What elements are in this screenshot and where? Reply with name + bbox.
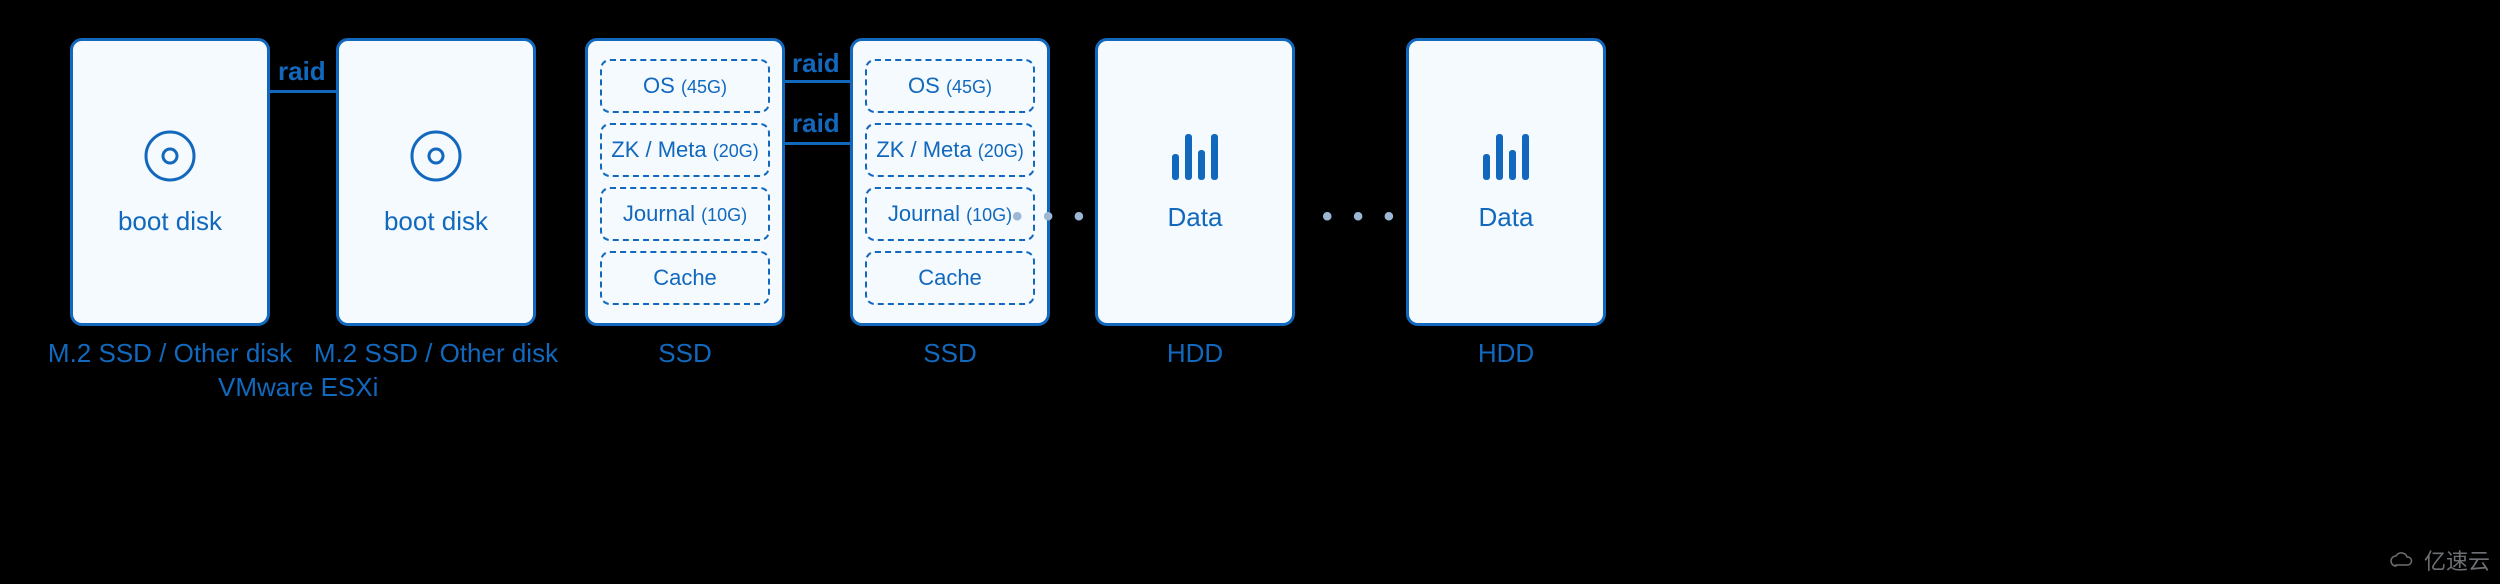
- ssd-right-partitions: OS (45G) ZK / Meta (20G) Journal (10G) C…: [853, 47, 1047, 317]
- vmware-caption: VMware ESXi: [218, 372, 378, 403]
- hdd-left: Data: [1095, 38, 1295, 326]
- partition-os: OS (45G): [865, 59, 1035, 113]
- partition-os: OS (45G): [600, 59, 770, 113]
- partition-zk-meta: ZK / Meta (20G): [865, 123, 1035, 177]
- raid-label-boot: raid: [278, 56, 326, 87]
- boot-disk-right: boot disk: [336, 38, 536, 326]
- ellipsis-ssd: • • •: [1012, 200, 1090, 234]
- raid-connector-os: [785, 80, 850, 83]
- partition-cache: Cache: [600, 251, 770, 305]
- hdd-right-caption: HDD: [1376, 338, 1636, 369]
- ssd-left-caption: SSD: [555, 338, 815, 369]
- hdd-label: Data: [1479, 202, 1534, 233]
- partition-zk-meta: ZK / Meta (20G): [600, 123, 770, 177]
- boot-disk-left: boot disk: [70, 38, 270, 326]
- ellipsis-hdd: • • •: [1322, 200, 1400, 234]
- watermark: 亿速云: [2388, 544, 2490, 576]
- partition-journal: Journal (10G): [865, 187, 1035, 241]
- ssd-right: OS (45G) ZK / Meta (20G) Journal (10G) C…: [850, 38, 1050, 326]
- disc-icon: [142, 128, 198, 184]
- raid-connector-zk: [785, 142, 850, 145]
- hdd-right: Data: [1406, 38, 1606, 326]
- watermark-text: 亿速云: [2424, 544, 2490, 576]
- hdd-label: Data: [1168, 202, 1223, 233]
- hdd-left-caption: HDD: [1065, 338, 1325, 369]
- raid-label-os: raid: [792, 48, 840, 79]
- raid-connector-boot: [270, 90, 336, 93]
- boot-disk-label: boot disk: [118, 206, 222, 237]
- ssd-left: OS (45G) ZK / Meta (20G) Journal (10G) C…: [585, 38, 785, 326]
- boot-right-caption: M.2 SSD / Other disk: [306, 338, 566, 369]
- disc-icon: [408, 128, 464, 184]
- raid-label-zk: raid: [792, 108, 840, 139]
- ssd-right-caption: SSD: [820, 338, 1080, 369]
- bars-icon: [1483, 132, 1529, 180]
- partition-journal: Journal (10G): [600, 187, 770, 241]
- ssd-left-partitions: OS (45G) ZK / Meta (20G) Journal (10G) C…: [588, 47, 782, 317]
- diagram-stage: boot disk M.2 SSD / Other disk boot disk…: [0, 0, 2500, 584]
- boot-left-caption: M.2 SSD / Other disk: [40, 338, 300, 369]
- partition-cache: Cache: [865, 251, 1035, 305]
- bars-icon: [1172, 132, 1218, 180]
- boot-disk-label: boot disk: [384, 206, 488, 237]
- cloud-icon: [2388, 550, 2416, 570]
